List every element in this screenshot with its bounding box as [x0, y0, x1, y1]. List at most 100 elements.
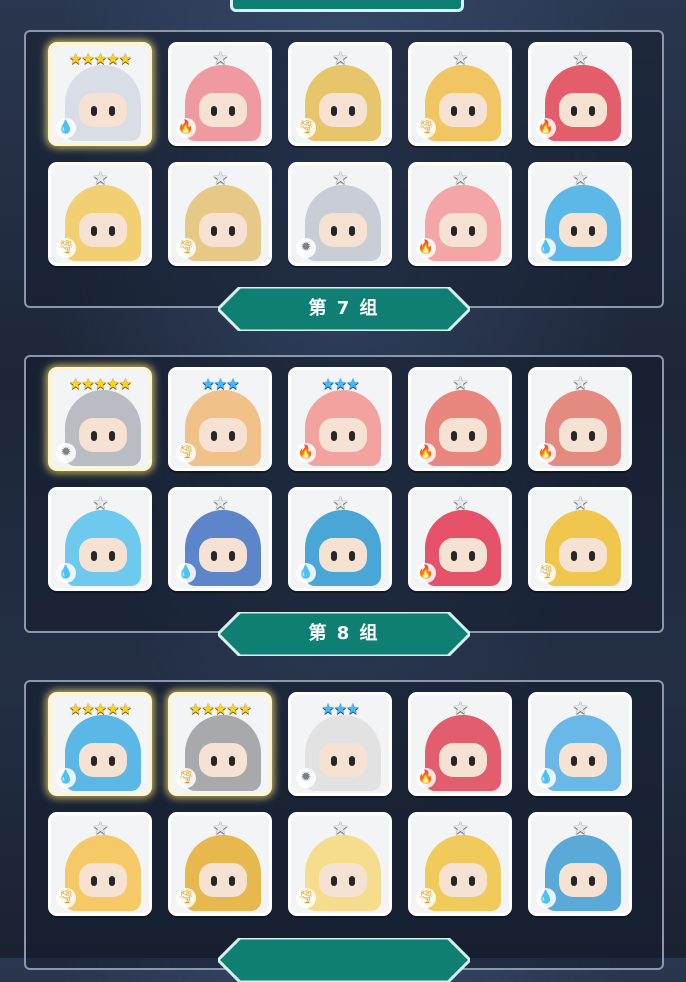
star-rating: ★★★★★ [68, 375, 132, 393]
eye [109, 226, 115, 236]
star-rating: ★ [332, 168, 348, 189]
eye [91, 431, 97, 441]
hero-card[interactable]: ★ 🔥 [408, 367, 512, 471]
hero-card[interactable]: ★ 🌪 [168, 812, 272, 916]
hero-card[interactable]: ★★★★★ 💧 [48, 692, 152, 796]
hero-card[interactable]: ★ ✹ [288, 162, 392, 266]
star-rating: ★ [452, 48, 468, 69]
eye [229, 106, 235, 116]
hero-card[interactable]: ★ 🌪 [48, 162, 152, 266]
hero-face [79, 538, 127, 572]
eye [211, 756, 217, 766]
star-rating: ★★★ [321, 700, 359, 718]
star-rating: ★ [92, 493, 108, 514]
hero-card[interactable]: ★★★★★ 💧 [48, 42, 152, 146]
eye [451, 551, 457, 561]
eye [349, 756, 355, 766]
hero-face [199, 93, 247, 127]
hero-card[interactable]: ★★★★★ 🌪 [168, 692, 272, 796]
hero-card[interactable]: ★ 🔥 [408, 487, 512, 591]
eye [451, 756, 457, 766]
hero-card[interactable]: ★ 🌪 [288, 812, 392, 916]
eye [211, 431, 217, 441]
hero-card[interactable]: ★ 🌪 [288, 42, 392, 146]
eye [451, 106, 457, 116]
hero-card[interactable]: ★ 🔥 [408, 692, 512, 796]
hero-card[interactable]: ★ 💧 [168, 487, 272, 591]
water-drop-icon: 💧 [296, 563, 316, 583]
eye [109, 876, 115, 886]
wind-icon: 🌪 [176, 443, 196, 463]
eye [331, 431, 337, 441]
eye [91, 876, 97, 886]
star-rating: ★ [332, 48, 348, 69]
hero-face [319, 93, 367, 127]
eye [91, 226, 97, 236]
wind-icon: 🌪 [176, 238, 196, 258]
eye [469, 431, 475, 441]
group-label: 第 7 组 [308, 298, 380, 319]
hero-face [439, 743, 487, 777]
hero-face [319, 743, 367, 777]
star-rating: ★ [212, 493, 228, 514]
eye [331, 756, 337, 766]
hero-card[interactable]: ★ 💧 [528, 812, 632, 916]
eye [349, 106, 355, 116]
star-rating: ★★★★★ [188, 700, 252, 718]
eye [469, 106, 475, 116]
eye [109, 756, 115, 766]
eye [571, 876, 577, 886]
eye [571, 431, 577, 441]
hero-card[interactable]: ★ 🌪 [408, 812, 512, 916]
hero-card[interactable]: ★ 💧 [288, 487, 392, 591]
eye [109, 551, 115, 561]
eye [211, 226, 217, 236]
eye [349, 226, 355, 236]
water-drop-icon: 💧 [56, 118, 76, 138]
group-label-ribbon [218, 938, 470, 982]
hero-card[interactable]: ★ 💧 [48, 487, 152, 591]
star-rating: ★ [92, 168, 108, 189]
eye [229, 756, 235, 766]
star-rating: ★ [452, 698, 468, 719]
hero-card[interactable]: ★ 🌪 [48, 812, 152, 916]
fire-icon: 🔥 [536, 118, 556, 138]
eye [589, 226, 595, 236]
water-drop-icon: 💧 [176, 563, 196, 583]
hero-card[interactable]: ★ 🔥 [408, 162, 512, 266]
sun-icon: ✹ [296, 238, 316, 258]
fire-icon: 🔥 [416, 768, 436, 788]
hero-card[interactable]: ★ 🔥 [168, 42, 272, 146]
hero-card[interactable]: ★★★★★ ✹ [48, 367, 152, 471]
eye [469, 876, 475, 886]
hero-face [79, 863, 127, 897]
water-drop-icon: 💧 [536, 238, 556, 258]
hero-card[interactable]: ★ 💧 [528, 692, 632, 796]
hero-card[interactable]: ★ 🔥 [528, 367, 632, 471]
hero-face [439, 538, 487, 572]
group-label-ribbon: 第 8 组 [218, 612, 470, 656]
hero-face [319, 538, 367, 572]
star-rating: ★ [572, 373, 588, 394]
eye [589, 431, 595, 441]
star-rating: ★ [92, 818, 108, 839]
hero-face [559, 743, 607, 777]
eye [469, 226, 475, 236]
hero-card[interactable]: ★ 🌪 [408, 42, 512, 146]
hero-card[interactable]: ★★★ ✹ [288, 692, 392, 796]
eye [91, 106, 97, 116]
hero-card[interactable]: ★★★ 🔥 [288, 367, 392, 471]
hero-card[interactable]: ★ 🔥 [528, 42, 632, 146]
eye [211, 551, 217, 561]
hero-card[interactable]: ★ 🌪 [528, 487, 632, 591]
hero-face [559, 418, 607, 452]
hero-face [199, 743, 247, 777]
wind-icon: 🌪 [56, 888, 76, 908]
hero-card[interactable]: ★★★ 🌪 [168, 367, 272, 471]
eye [91, 756, 97, 766]
eye [469, 756, 475, 766]
star-rating: ★ [572, 168, 588, 189]
hero-card[interactable]: ★ 🌪 [168, 162, 272, 266]
eye [451, 226, 457, 236]
hero-card[interactable]: ★ 💧 [528, 162, 632, 266]
